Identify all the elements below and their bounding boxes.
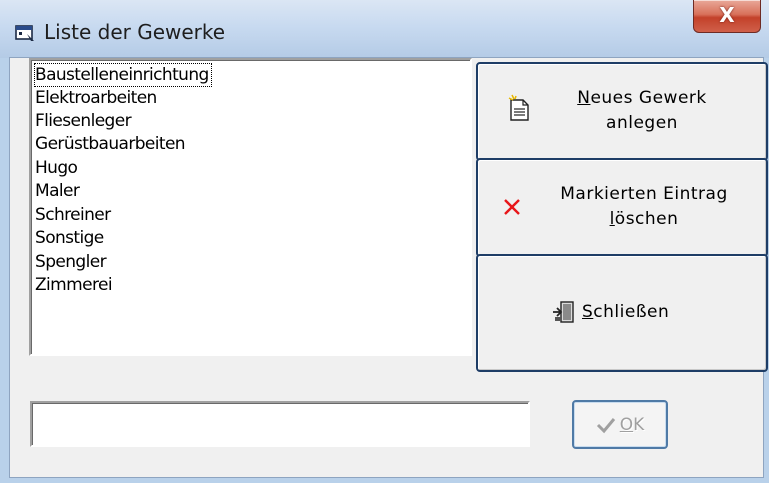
ok-button[interactable]: OK [572, 400, 668, 449]
dialog-client-area: Baustelleneinrichtung Elektroarbeiten Fl… [9, 57, 768, 478]
title-bar[interactable]: Liste der Gewerke X [0, 0, 769, 58]
list-item[interactable]: Schreiner [35, 204, 111, 226]
ok-label: OK [619, 414, 645, 435]
list-item[interactable]: Fliesenleger [35, 110, 132, 132]
list-item[interactable]: Zimmerei [35, 274, 113, 296]
list-item[interactable]: Hugo [35, 157, 78, 179]
delete-x-icon [504, 199, 520, 215]
trades-listbox[interactable]: Baustelleneinrichtung Elektroarbeiten Fl… [29, 58, 472, 356]
list-item[interactable]: Spengler [35, 251, 107, 273]
list-item[interactable]: Elektroarbeiten [35, 87, 157, 109]
exit-door-icon [553, 301, 574, 323]
close-button[interactable]: Schließen [476, 254, 768, 372]
trade-name-input[interactable] [30, 401, 530, 447]
list-item[interactable]: Maler [35, 180, 80, 202]
delete-entry-button[interactable]: Markierten Eintrag löschen [476, 158, 768, 257]
new-document-icon [508, 94, 529, 121]
close-button-label: Schließen [582, 302, 670, 322]
new-trade-button[interactable]: Neues Gewerk anlegen [476, 62, 768, 161]
delete-entry-label: Markierten Eintrag löschen [560, 184, 728, 229]
list-item[interactable]: Gerüstbauarbeiten [35, 133, 186, 155]
close-icon: X [719, 3, 735, 27]
new-trade-label: Neues Gewerk anlegen [577, 88, 707, 133]
check-icon [596, 417, 615, 433]
dialog-window: Liste der Gewerke X Baustelleneinrichtun… [0, 0, 769, 483]
form-window-icon [15, 25, 34, 41]
window-title: Liste der Gewerke [44, 20, 226, 44]
close-window-button[interactable]: X [693, 0, 761, 33]
list-item[interactable]: Baustelleneinrichtung [34, 63, 212, 87]
list-item[interactable]: Sonstige [35, 227, 104, 249]
